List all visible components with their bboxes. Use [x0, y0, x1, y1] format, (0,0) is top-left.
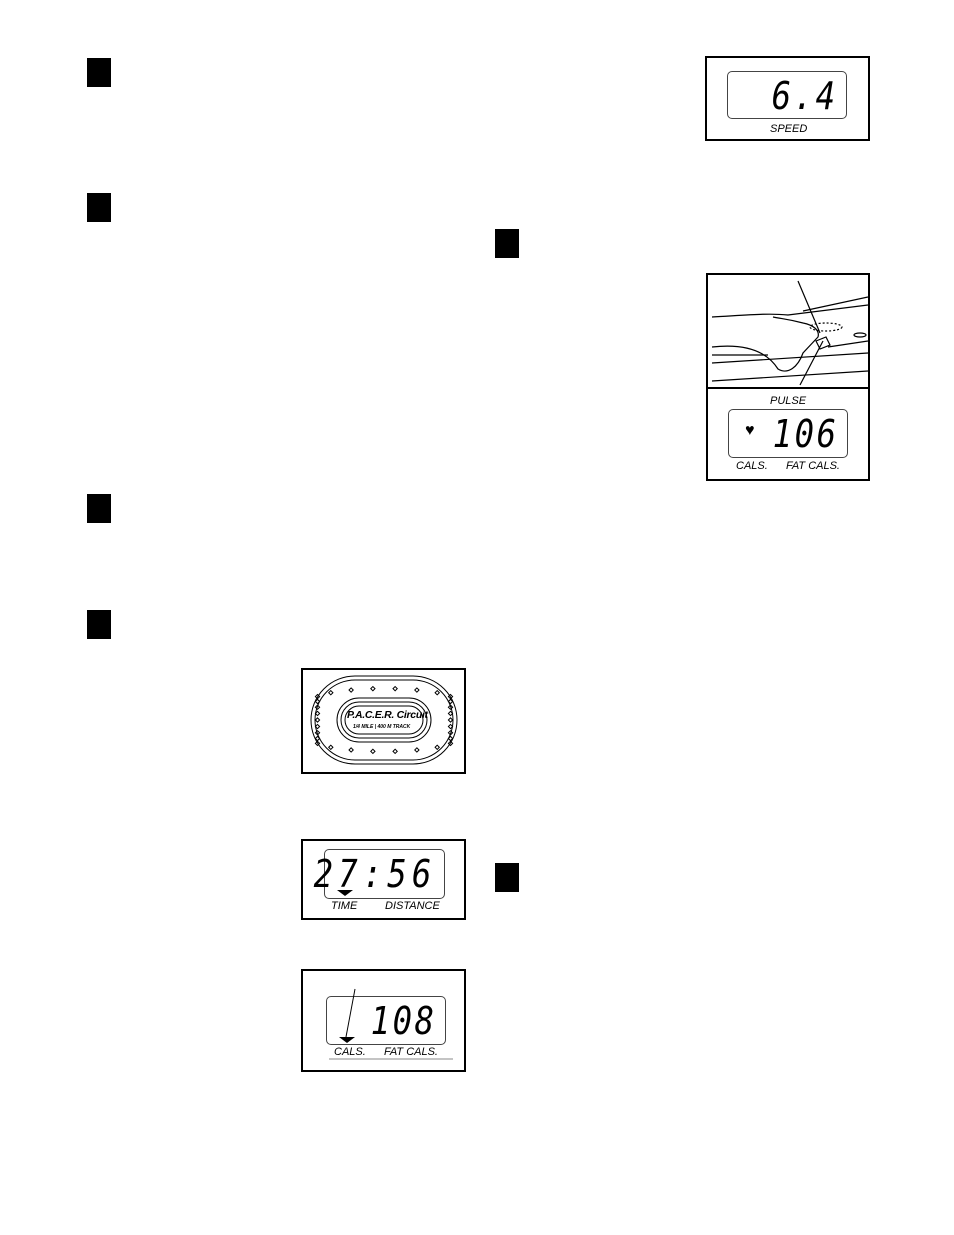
track-marker [370, 748, 376, 755]
track-marker [392, 685, 398, 692]
pulse-title: PULSE [770, 395, 807, 407]
track-marker [414, 747, 420, 753]
track-illustration [310, 675, 458, 765]
fat-cals-label: FAT CALS. [786, 460, 840, 472]
pacer-track-figure: P.A.C.E.R. Circuit 1/4 MILE | 400 M TRAC… [301, 668, 466, 774]
pacer-logo: P.A.C.E.R. Circuit [347, 709, 428, 721]
manual-page: 6.4 SPEED PULSE ♥ 106 CALS. FAT CALS. P.… [0, 0, 954, 1235]
time-display-figure: 27:56 TIME DISTANCE [301, 839, 466, 920]
pacer-subtitle: 1/4 MILE | 400 M TRACK [353, 724, 411, 730]
track-marker [434, 744, 441, 751]
hand-on-sensor-illustration [711, 280, 868, 386]
step-marker [87, 494, 111, 523]
indicator-arrow-icon [337, 890, 353, 896]
speed-label: SPEED [770, 123, 808, 135]
pulse-value: 106 [773, 412, 839, 456]
track-marker [348, 747, 354, 753]
divider [708, 387, 868, 389]
track-marker [392, 748, 398, 755]
track-marker [327, 744, 334, 751]
track-marker [434, 689, 441, 696]
fat-cals-label: FAT CALS. [384, 1046, 438, 1058]
step-marker [87, 193, 111, 222]
time-lcd: 27:56 [313, 849, 445, 899]
cals-label: CALS. [334, 1046, 366, 1058]
step-marker [495, 863, 519, 892]
track-marker [348, 687, 354, 693]
track-marker [314, 717, 321, 723]
pulse-lcd: ♥ 106 [728, 409, 848, 458]
step-marker [495, 229, 519, 258]
speed-value: 6.4 [772, 74, 838, 118]
track-marker [447, 717, 454, 723]
speed-display-figure: 6.4 SPEED [705, 56, 870, 141]
step-marker [87, 610, 111, 639]
heart-icon: ♥ [745, 422, 755, 439]
cals-display-figure: 108 CALS. FAT CALS. [301, 969, 466, 1072]
speed-lcd: 6.4 [727, 71, 847, 119]
step-marker [87, 58, 111, 87]
pulse-figure: PULSE ♥ 106 CALS. FAT CALS. [706, 273, 870, 481]
time-label: TIME [331, 900, 358, 912]
track-marker [327, 689, 334, 696]
track-marker [370, 685, 376, 692]
cals-label: CALS. [736, 460, 768, 472]
track-marker [414, 687, 420, 693]
distance-label: DISTANCE [385, 900, 440, 912]
time-value: 27:56 [313, 852, 436, 896]
